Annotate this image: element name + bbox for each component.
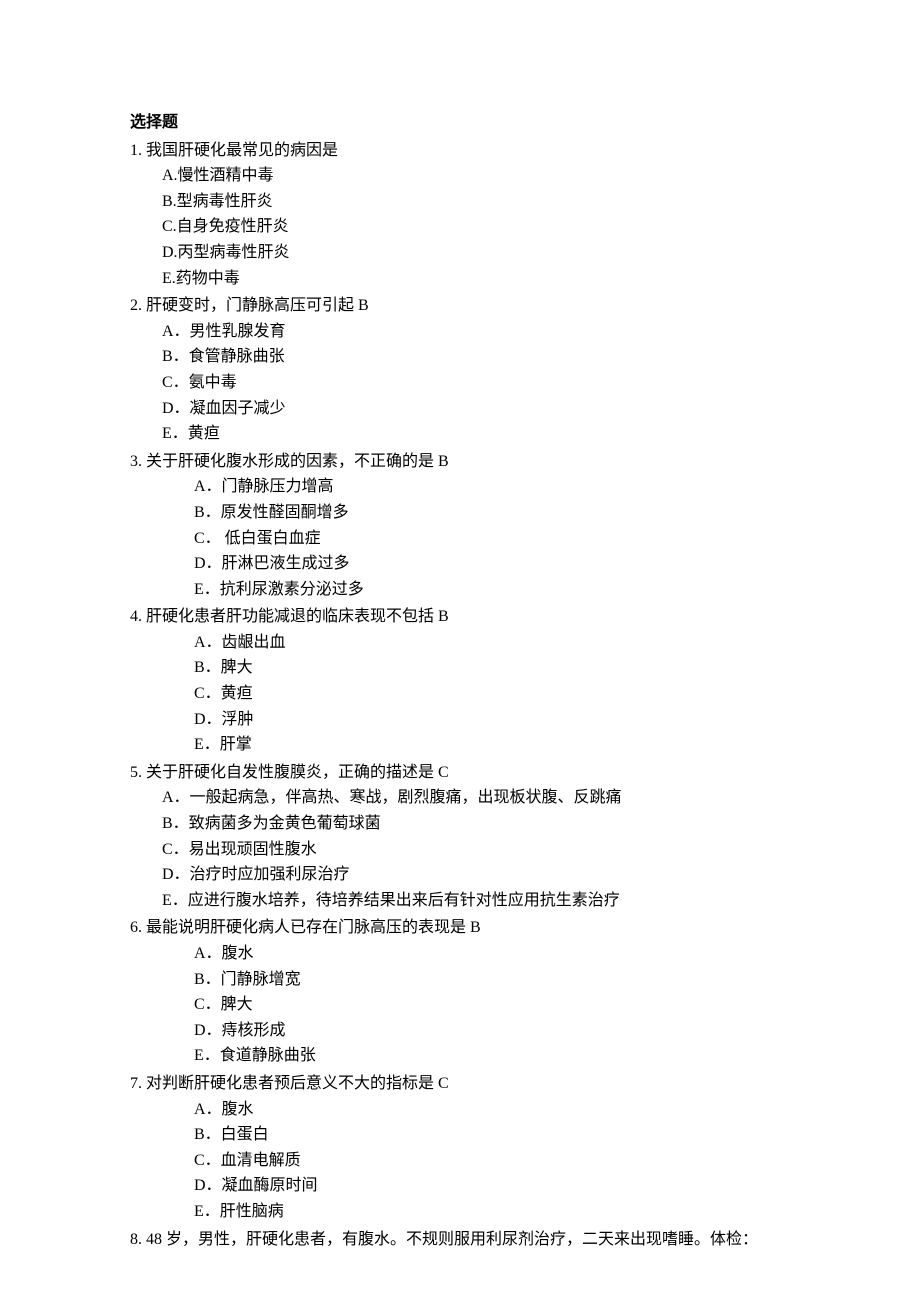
option: C．血清电解质 [194, 1148, 790, 1174]
section-title: 选择题 [130, 110, 790, 136]
question-stem: 对判断肝硬化患者预后意义不大的指标是 C [146, 1075, 449, 1092]
options-list: A．一般起病急，伴高热、寒战，剧烈腹痛，出现板状腹、反跳痛B．致病菌多为金黄色葡… [130, 785, 790, 913]
option: E．黄疸 [162, 421, 790, 447]
question: 6. 最能说明肝硬化病人已存在门脉高压的表现是 B A．腹水B．门静脉增宽C．脾大… [130, 915, 790, 1069]
option: E．肝性脑病 [194, 1199, 790, 1225]
question-number: 3. [130, 453, 142, 470]
option: E．食道静脉曲张 [194, 1043, 790, 1069]
option: D．肝淋巴液生成过多 [194, 551, 790, 577]
option: B．白蛋白 [194, 1122, 790, 1148]
question-stem: 最能说明肝硬化病人已存在门脉高压的表现是 B [146, 919, 481, 936]
question: 8. 48 岁，男性，肝硬化患者，有腹水。不规则服用利尿剂治疗，二天来出现嗜睡。… [130, 1227, 790, 1253]
option: A．齿龈出血 [194, 630, 790, 656]
option: B.型病毒性肝炎 [162, 189, 790, 215]
question: 5. 关于肝硬化自发性腹膜炎，正确的描述是 C A．一般起病急，伴高热、寒战，剧烈… [130, 760, 790, 914]
option: E.药物中毒 [162, 266, 790, 292]
option: A．腹水 [194, 1097, 790, 1123]
question-stem: 肝硬变时，门静脉高压可引起 B [146, 297, 369, 314]
question-number: 2. [130, 297, 142, 314]
options-list: A．腹水B．白蛋白C．血清电解质D．凝血酶原时间E．肝性脑病 [130, 1097, 790, 1225]
option: C．易出现顽固性腹水 [162, 837, 790, 863]
question-stem: 我国肝硬化最常见的病因是 [146, 142, 338, 159]
question-number: 6. [130, 919, 142, 936]
question-number: 5. [130, 764, 142, 781]
option: C．氨中毒 [162, 370, 790, 396]
option: B．食管静脉曲张 [162, 344, 790, 370]
option: A．一般起病急，伴高热、寒战，剧烈腹痛，出现板状腹、反跳痛 [162, 785, 790, 811]
option: D．凝血酶原时间 [194, 1173, 790, 1199]
option: E．抗利尿激素分泌过多 [194, 577, 790, 603]
question-stem: 关于肝硬化腹水形成的因素，不正确的是 B [146, 453, 449, 470]
option: A．男性乳腺发育 [162, 319, 790, 345]
option: C．脾大 [194, 992, 790, 1018]
question: 4. 肝硬化患者肝功能减退的临床表现不包括 B A．齿龈出血B．脾大C．黄疸D．浮… [130, 604, 790, 758]
question-number: 8. [130, 1231, 142, 1248]
option: A.慢性酒精中毒 [162, 163, 790, 189]
question-number: 1. [130, 142, 142, 159]
option: C.自身免疫性肝炎 [162, 214, 790, 240]
option: D．痔核形成 [194, 1018, 790, 1044]
options-list: A．腹水B．门静脉增宽C．脾大D．痔核形成E．食道静脉曲张 [130, 941, 790, 1069]
option: B．原发性醛固酮增多 [194, 500, 790, 526]
option: E．应进行腹水培养，待培养结果出来后有针对性应用抗生素治疗 [162, 888, 790, 914]
question: 2. 肝硬变时，门静脉高压可引起 B A．男性乳腺发育B．食管静脉曲张C．氨中毒D… [130, 293, 790, 447]
question-stem: 肝硬化患者肝功能减退的临床表现不包括 B [146, 608, 449, 625]
document-page: 选择题 1. 我国肝硬化最常见的病因是 A.慢性酒精中毒B.型病毒性肝炎C.自身免… [0, 0, 920, 1314]
question-stem: 48 岁，男性，肝硬化患者，有腹水。不规则服用利尿剂治疗，二天来出现嗜睡。体检： [146, 1231, 758, 1248]
question-number: 7. [130, 1075, 142, 1092]
question: 7. 对判断肝硬化患者预后意义不大的指标是 C A．腹水B．白蛋白C．血清电解质D… [130, 1071, 790, 1225]
option: D.丙型病毒性肝炎 [162, 240, 790, 266]
option: C． 低白蛋白血症 [194, 526, 790, 552]
option: D．浮肿 [194, 707, 790, 733]
option: E．肝掌 [194, 732, 790, 758]
question: 1. 我国肝硬化最常见的病因是 A.慢性酒精中毒B.型病毒性肝炎C.自身免疫性肝炎… [130, 138, 790, 292]
option: B．脾大 [194, 655, 790, 681]
option: A．门静脉压力增高 [194, 474, 790, 500]
options-list: A．门静脉压力增高B．原发性醛固酮增多C． 低白蛋白血症D．肝淋巴液生成过多E．… [130, 474, 790, 602]
options-list: A．男性乳腺发育B．食管静脉曲张C．氨中毒D．凝血因子减少E．黄疸 [130, 319, 790, 447]
question: 3. 关于肝硬化腹水形成的因素，不正确的是 B A．门静脉压力增高B．原发性醛固酮… [130, 449, 790, 603]
options-list: A．齿龈出血B．脾大C．黄疸D．浮肿E．肝掌 [130, 630, 790, 758]
option: D．治疗时应加强利尿治疗 [162, 862, 790, 888]
options-list: A.慢性酒精中毒B.型病毒性肝炎C.自身免疫性肝炎D.丙型病毒性肝炎E.药物中毒 [130, 163, 790, 291]
question-number: 4. [130, 608, 142, 625]
questions-list: 1. 我国肝硬化最常见的病因是 A.慢性酒精中毒B.型病毒性肝炎C.自身免疫性肝炎… [130, 138, 790, 1253]
option: D．凝血因子减少 [162, 396, 790, 422]
option: A．腹水 [194, 941, 790, 967]
option: B．门静脉增宽 [194, 967, 790, 993]
option: C．黄疸 [194, 681, 790, 707]
question-stem: 关于肝硬化自发性腹膜炎，正确的描述是 C [146, 764, 449, 781]
option: B．致病菌多为金黄色葡萄球菌 [162, 811, 790, 837]
